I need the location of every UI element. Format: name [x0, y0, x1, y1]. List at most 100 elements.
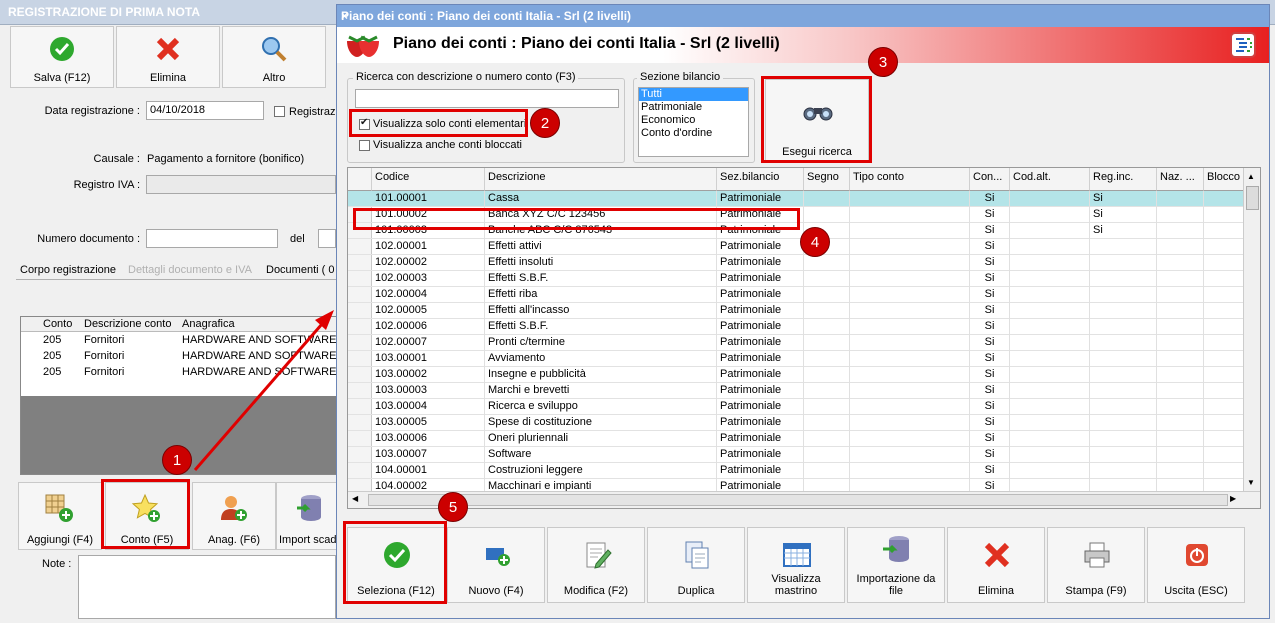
- tree-view-icon[interactable]: [1230, 32, 1256, 58]
- table-cell[interactable]: 103.00004: [372, 399, 485, 415]
- table-cell[interactable]: [1204, 191, 1244, 207]
- grid-header-blocco[interactable]: Blocco: [1204, 168, 1244, 191]
- table-cell[interactable]: [1157, 255, 1204, 271]
- table-cell[interactable]: [1010, 223, 1090, 239]
- table-cell[interactable]: [804, 287, 850, 303]
- table-cell[interactable]: [1157, 319, 1204, 335]
- table-cell[interactable]: Si: [970, 255, 1010, 271]
- table-cell[interactable]: [804, 431, 850, 447]
- table-cell[interactable]: [1010, 431, 1090, 447]
- table-cell[interactable]: [850, 463, 970, 479]
- table-cell[interactable]: Si: [970, 463, 1010, 479]
- table-cell[interactable]: Si: [970, 447, 1010, 463]
- table-cell[interactable]: [1010, 415, 1090, 431]
- table-cell[interactable]: Si: [970, 415, 1010, 431]
- table-row[interactable]: 102.00001 Effetti attivi Patrimoniale Si: [348, 239, 1244, 255]
- table-cell[interactable]: [850, 335, 970, 351]
- table-cell[interactable]: [1157, 207, 1204, 223]
- table-cell[interactable]: Patrimoniale: [717, 335, 804, 351]
- table-cell[interactable]: Pronti c/termine: [485, 335, 717, 351]
- table-cell[interactable]: [1157, 383, 1204, 399]
- table-cell[interactable]: [1157, 463, 1204, 479]
- table-cell[interactable]: [1204, 287, 1244, 303]
- table-cell[interactable]: Software: [485, 447, 717, 463]
- table-row[interactable]: 103.00004 Ricerca e sviluppo Patrimoniale S…: [348, 399, 1244, 415]
- duplica-button[interactable]: Duplica: [647, 527, 745, 603]
- table-cell[interactable]: 103.00003: [372, 383, 485, 399]
- table-cell[interactable]: Marchi e brevetti: [485, 383, 717, 399]
- scroll-up-icon[interactable]: ▲: [1247, 172, 1255, 181]
- table-row[interactable]: 103.00003 Marchi e brevetti Patrimoniale Si: [348, 383, 1244, 399]
- table-cell[interactable]: Si: [970, 239, 1010, 255]
- close-icon[interactable]: ×: [341, 9, 1263, 23]
- nuovo-button[interactable]: Nuovo (F4): [447, 527, 545, 603]
- table-cell[interactable]: [804, 399, 850, 415]
- table-cell[interactable]: [1204, 367, 1244, 383]
- table-cell[interactable]: Insegne e pubblicità: [485, 367, 717, 383]
- table-cell[interactable]: 102.00007: [372, 335, 485, 351]
- table-cell[interactable]: 102.00005: [372, 303, 485, 319]
- table-cell[interactable]: Ricerca e sviluppo: [485, 399, 717, 415]
- table-cell[interactable]: Effetti S.B.F.: [485, 319, 717, 335]
- table-cell[interactable]: [1204, 431, 1244, 447]
- importazione-da-file-button[interactable]: Importazione da file: [847, 527, 945, 603]
- table-row[interactable]: 103.00007 Software Patrimoniale Si: [348, 447, 1244, 463]
- table-cell[interactable]: [1157, 431, 1204, 447]
- grid-header-reg-inc[interactable]: Reg.inc.: [1090, 168, 1157, 191]
- table-cell[interactable]: [1204, 415, 1244, 431]
- table-cell[interactable]: [850, 239, 970, 255]
- table-cell[interactable]: Patrimoniale: [717, 431, 804, 447]
- table-cell[interactable]: [1204, 255, 1244, 271]
- grid-header-cod-alt[interactable]: Cod.alt.: [1010, 168, 1090, 191]
- table-cell[interactable]: [1204, 335, 1244, 351]
- table-cell[interactable]: Costruzioni leggere: [485, 463, 717, 479]
- hscroll-thumb[interactable]: [368, 494, 1228, 506]
- table-cell[interactable]: [804, 303, 850, 319]
- grid-header-segno[interactable]: Segno: [804, 168, 850, 191]
- table-cell[interactable]: [850, 351, 970, 367]
- table-cell[interactable]: [1204, 319, 1244, 335]
- vertical-scrollbar[interactable]: ▲ ▼: [1243, 168, 1260, 492]
- table-row[interactable]: 102.00004 Effetti riba Patrimoniale Si: [348, 287, 1244, 303]
- table-cell[interactable]: [1157, 239, 1204, 255]
- table-cell[interactable]: Effetti riba: [485, 287, 717, 303]
- table-cell[interactable]: 102.00004: [372, 287, 485, 303]
- table-cell[interactable]: [804, 447, 850, 463]
- grid-header-descrizione[interactable]: Descrizione: [485, 168, 717, 191]
- table-cell[interactable]: Patrimoniale: [717, 351, 804, 367]
- table-cell[interactable]: [1010, 287, 1090, 303]
- table-cell[interactable]: [850, 367, 970, 383]
- table-cell[interactable]: [850, 399, 970, 415]
- uscita-button[interactable]: Uscita (ESC): [1147, 527, 1245, 603]
- table-cell[interactable]: [1204, 271, 1244, 287]
- table-cell[interactable]: Si: [970, 319, 1010, 335]
- table-cell[interactable]: [1157, 367, 1204, 383]
- table-cell[interactable]: 103.00002: [372, 367, 485, 383]
- table-cell[interactable]: Si: [970, 351, 1010, 367]
- table-row[interactable]: 102.00006 Effetti S.B.F. Patrimoniale Si: [348, 319, 1244, 335]
- table-cell[interactable]: 102.00001: [372, 239, 485, 255]
- list-item[interactable]: Economico: [639, 114, 748, 127]
- table-cell[interactable]: 103.00007: [372, 447, 485, 463]
- table-cell[interactable]: [1204, 383, 1244, 399]
- table-cell[interactable]: [1204, 239, 1244, 255]
- table-cell[interactable]: [1090, 255, 1157, 271]
- table-cell[interactable]: Si: [970, 431, 1010, 447]
- table-cell[interactable]: [1010, 239, 1090, 255]
- stampa-button[interactable]: Stampa (F9): [1047, 527, 1145, 603]
- table-cell[interactable]: Spese di costituzione: [485, 415, 717, 431]
- table-row[interactable]: 103.00002 Insegne e pubblicità Patrimonial…: [348, 367, 1244, 383]
- table-cell[interactable]: [1090, 351, 1157, 367]
- table-cell[interactable]: [850, 255, 970, 271]
- table-cell[interactable]: [1010, 271, 1090, 287]
- grid-header-sez-bilancio[interactable]: Sez.bilancio: [717, 168, 804, 191]
- table-cell[interactable]: [1157, 287, 1204, 303]
- table-cell[interactable]: Effetti all'incasso: [485, 303, 717, 319]
- list-item[interactable]: Tutti: [639, 88, 748, 101]
- table-cell[interactable]: [804, 191, 850, 207]
- table-cell[interactable]: [1204, 399, 1244, 415]
- table-row[interactable]: 102.00003 Effetti S.B.F. Patrimoniale Si: [348, 271, 1244, 287]
- table-cell[interactable]: [850, 271, 970, 287]
- table-cell[interactable]: Si: [970, 287, 1010, 303]
- table-cell[interactable]: [850, 223, 970, 239]
